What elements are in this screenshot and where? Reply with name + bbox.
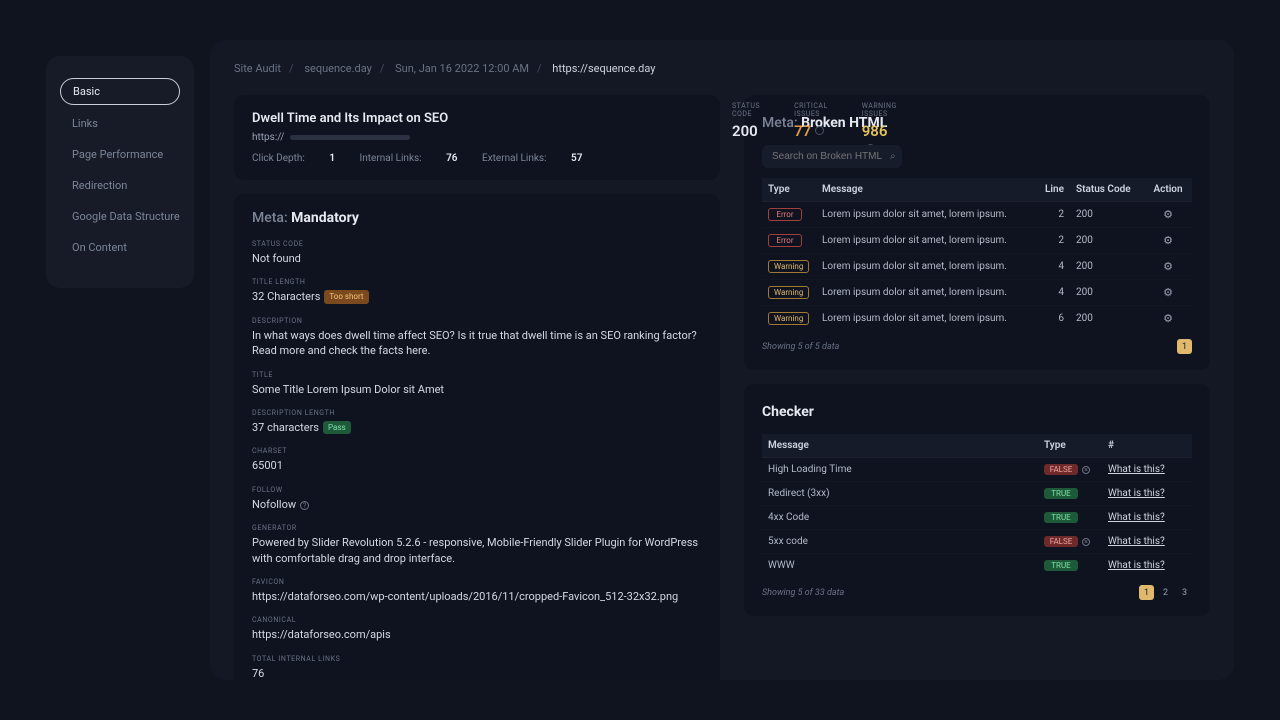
meta-field: DESCRIPTION LENGTH37 charactersPass (252, 409, 702, 435)
gear-icon[interactable]: ⚙ (1163, 208, 1173, 221)
line-cell: 6 (1026, 306, 1070, 332)
page-button[interactable]: 2 (1158, 585, 1173, 600)
sidebar: Basic Links Page Performance Redirection Goo… (46, 56, 194, 288)
table-row: WWW TRUE What is this? (762, 554, 1192, 578)
message-cell: 5xx code (762, 530, 1038, 554)
close-icon[interactable]: × (1082, 538, 1090, 546)
checker-card: Checker Message Type # High Loading Time… (744, 384, 1210, 616)
info-icon[interactable]: ? (300, 501, 309, 510)
meta-field: GENERATORPowered by Slider Revolution 5.… (252, 524, 702, 566)
type-tag: Warning (768, 286, 809, 299)
checker-showing: Showing 5 of 33 data (762, 588, 844, 598)
url-bar (290, 135, 410, 140)
type-tag: Error (768, 208, 802, 221)
sidebar-item-google-data-structure[interactable]: Google Data Structure (60, 204, 180, 229)
what-is-this-link[interactable]: What is this? (1108, 512, 1165, 523)
search-icon[interactable]: ⌕ (890, 151, 896, 162)
broken-showing: Showing 5 of 5 data (762, 342, 839, 352)
page-button[interactable]: 1 (1177, 339, 1192, 354)
table-row: 4xx Code TRUE What is this? (762, 506, 1192, 530)
message-cell: Lorem ipsum dolor sit amet, lorem ipsum. (816, 280, 1026, 306)
meta-field: TOTAL INTERNAL LINKS76 (252, 655, 702, 680)
status-chip: Pass (323, 421, 351, 434)
crumb-domain[interactable]: sequence.day (304, 62, 372, 75)
meta-field: CANONICALhttps://dataforseo.com/apis (252, 616, 702, 642)
broken-pager: 1 (1177, 339, 1192, 354)
message-cell: High Loading Time (762, 458, 1038, 482)
status-cell: 200 (1070, 202, 1144, 228)
ring-icon (815, 126, 824, 135)
type-tag: TRUE (1044, 560, 1078, 571)
meta-field: DESCRIPTIONIn what ways does dwell time … (252, 317, 702, 359)
message-cell: Lorem ipsum dolor sit amet, lorem ipsum. (816, 306, 1026, 332)
message-cell: Lorem ipsum dolor sit amet, lorem ipsum. (816, 202, 1026, 228)
metric-status-code: STATUS CODE 200 (732, 102, 760, 158)
message-cell: Redirect (3xx) (762, 482, 1038, 506)
line-cell: 4 (1026, 280, 1070, 306)
message-cell: WWW (762, 554, 1038, 578)
status-cell: 200 (1070, 280, 1144, 306)
status-cell: 200 (1070, 254, 1144, 280)
message-cell: Lorem ipsum dolor sit amet, lorem ipsum. (816, 228, 1026, 254)
type-tag: Error (768, 234, 802, 247)
broken-html-table: Type Message Line Status Code Action Err… (762, 178, 1192, 331)
main-panel: Site Audit/ sequence.day/ Sun, Jan 16 20… (210, 40, 1234, 680)
what-is-this-link[interactable]: What is this? (1108, 464, 1165, 475)
status-cell: 200 (1070, 228, 1144, 254)
what-is-this-link[interactable]: What is this? (1108, 560, 1165, 571)
line-cell: 2 (1026, 228, 1070, 254)
page-button[interactable]: 3 (1177, 585, 1192, 600)
type-tag: TRUE (1044, 512, 1078, 523)
crumb-url: https://sequence.day (552, 62, 655, 75)
type-tag: Warning (768, 260, 809, 273)
sidebar-item-basic[interactable]: Basic (60, 78, 180, 105)
type-tag: Warning (768, 312, 809, 325)
sidebar-item-page-performance[interactable]: Page Performance (60, 142, 180, 167)
line-cell: 2 (1026, 202, 1070, 228)
page-button[interactable]: 1 (1139, 585, 1154, 600)
table-row: Error Lorem ipsum dolor sit amet, lorem i… (762, 228, 1192, 254)
breadcrumb: Site Audit/ sequence.day/ Sun, Jan 16 20… (234, 62, 1210, 75)
search-input[interactable] (762, 145, 902, 168)
table-row: Warning Lorem ipsum dolor sit amet, lorem… (762, 280, 1192, 306)
meta-field: FOLLOWNofollow? (252, 486, 702, 512)
table-row: Error Lorem ipsum dolor sit amet, lorem i… (762, 202, 1192, 228)
checker-pager: 123 (1139, 585, 1192, 600)
what-is-this-link[interactable]: What is this? (1108, 488, 1165, 499)
sidebar-item-redirection[interactable]: Redirection (60, 173, 180, 198)
crumb-date[interactable]: Sun, Jan 16 2022 12:00 AM (395, 62, 529, 75)
gear-icon[interactable]: ⚙ (1163, 312, 1173, 325)
close-icon[interactable]: × (1082, 466, 1090, 474)
line-cell: 4 (1026, 254, 1070, 280)
meta-field: TITLESome Title Lorem Ipsum Dolor sit Am… (252, 371, 702, 397)
gear-icon[interactable]: ⚙ (1163, 286, 1173, 299)
gear-icon[interactable]: ⚙ (1163, 234, 1173, 247)
type-tag: FALSE (1044, 536, 1078, 547)
sidebar-item-links[interactable]: Links (60, 111, 180, 136)
meta-field: TITLE LENGTH32 CharactersToo short (252, 278, 702, 304)
meta-mandatory-card: Meta: Mandatory STATUS CODENot foundTITL… (234, 194, 720, 680)
page-title: Dwell Time and Its Impact on SEO (252, 111, 702, 126)
meta-field: FAVICONhttps://dataforseo.com/wp-content… (252, 578, 702, 604)
sidebar-item-on-content[interactable]: On Content (60, 235, 180, 260)
url-protocol: https:// (252, 132, 284, 143)
table-row: Warning Lorem ipsum dolor sit amet, lorem… (762, 306, 1192, 332)
message-cell: 4xx Code (762, 506, 1038, 530)
type-tag: FALSE (1044, 464, 1078, 475)
table-row: 5xx code FALSE × What is this? (762, 530, 1192, 554)
crumb-site-audit[interactable]: Site Audit (234, 62, 281, 75)
table-row: Warning Lorem ipsum dolor sit amet, lorem… (762, 254, 1192, 280)
status-chip: Too short (324, 290, 368, 303)
type-tag: TRUE (1044, 488, 1078, 499)
gear-icon[interactable]: ⚙ (1163, 260, 1173, 273)
status-cell: 200 (1070, 306, 1144, 332)
what-is-this-link[interactable]: What is this? (1108, 536, 1165, 547)
message-cell: Lorem ipsum dolor sit amet, lorem ipsum. (816, 254, 1026, 280)
summary-card: Dwell Time and Its Impact on SEO https:/… (234, 95, 720, 180)
table-row: High Loading Time FALSE × What is this? (762, 458, 1192, 482)
table-row: Redirect (3xx) TRUE What is this? (762, 482, 1192, 506)
meta-field: CHARSET65001 (252, 447, 702, 473)
meta-field: STATUS CODENot found (252, 240, 702, 266)
checker-table: Message Type # High Loading TimeFALSE×Wh… (762, 434, 1192, 577)
